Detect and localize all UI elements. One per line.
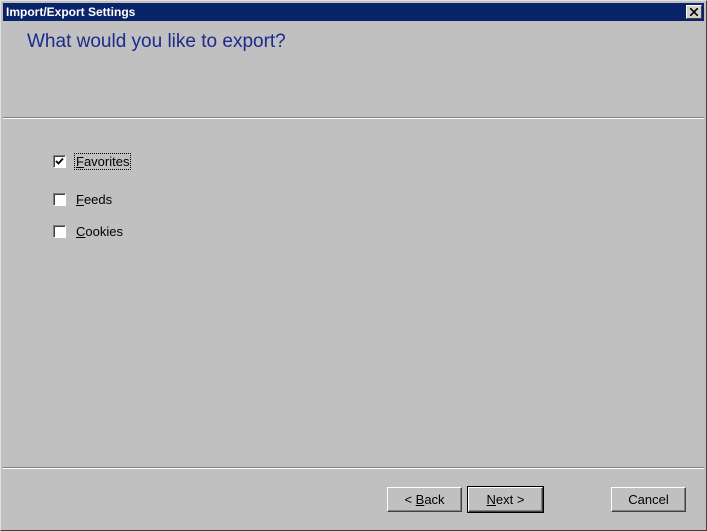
option-cookies[interactable]: Cookies: [53, 223, 124, 239]
cancel-button[interactable]: Cancel: [611, 487, 686, 512]
page-heading: What would you like to export?: [27, 31, 286, 52]
label-rest: eeds: [83, 191, 113, 207]
mnemonic: N: [486, 492, 496, 507]
title-bar[interactable]: Import/Export Settings: [3, 3, 704, 21]
label-rest: avorites: [83, 153, 130, 169]
mnemonic: C: [76, 223, 86, 239]
feeds-label[interactable]: Feeds: [75, 192, 113, 207]
favorites-checkbox[interactable]: [53, 154, 66, 168]
option-favorites[interactable]: Favorites: [53, 152, 132, 170]
cookies-label[interactable]: Cookies: [75, 224, 124, 239]
mnemonic: F: [76, 191, 84, 207]
checkmark-icon: [55, 157, 64, 165]
cancel-label: Cancel: [628, 492, 669, 507]
favorites-label[interactable]: Favorites: [73, 152, 132, 170]
close-icon: [690, 8, 698, 16]
feeds-checkbox[interactable]: [53, 192, 66, 206]
mnemonic: F: [76, 153, 84, 169]
next-rest: ext >: [495, 492, 525, 507]
back-button[interactable]: < Back: [387, 487, 462, 512]
option-feeds[interactable]: Feeds: [53, 191, 113, 207]
cookies-checkbox[interactable]: [53, 224, 66, 238]
next-button[interactable]: Next >: [467, 486, 544, 513]
import-export-dialog: Import/Export Settings What would you li…: [0, 0, 707, 531]
header-divider: [3, 117, 704, 119]
back-rest: ack: [424, 492, 445, 507]
footer-divider: [3, 467, 704, 469]
mnemonic: B: [415, 492, 425, 507]
close-button[interactable]: [686, 5, 702, 19]
back-prefix: <: [404, 492, 416, 507]
label-rest: ookies: [85, 223, 123, 239]
window-title: Import/Export Settings: [6, 5, 136, 19]
